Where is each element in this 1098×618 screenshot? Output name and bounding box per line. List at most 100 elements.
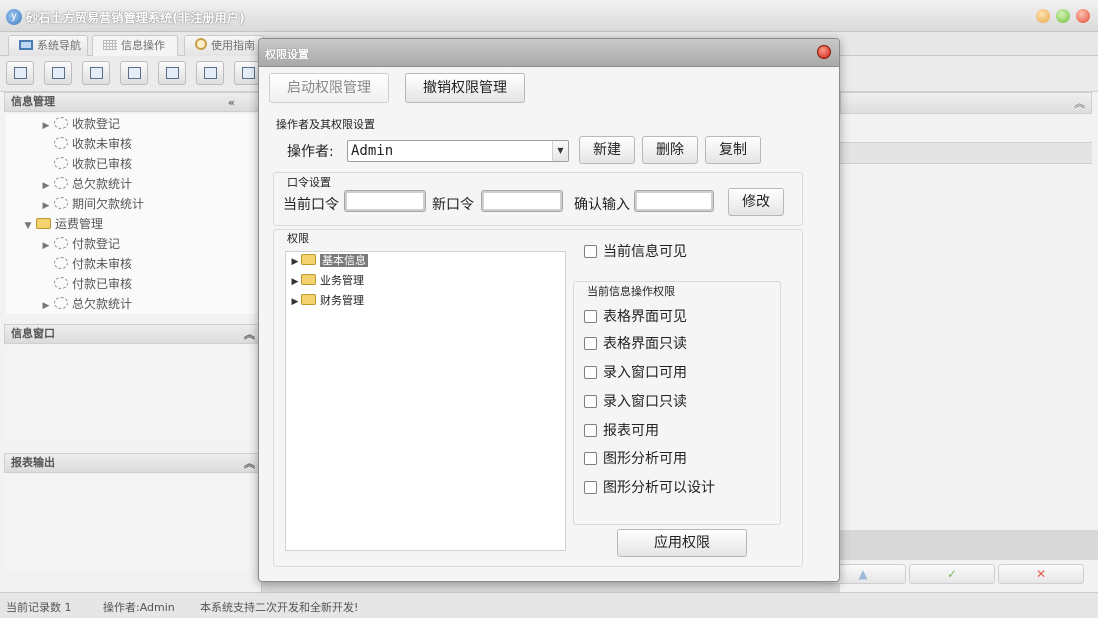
grid-icon (103, 40, 117, 50)
settings-icon (128, 67, 141, 79)
document-tool-button[interactable] (82, 61, 110, 85)
copy-operator-button[interactable]: 复制 (705, 136, 761, 164)
confirm-password-input[interactable] (634, 190, 714, 212)
chevron-down-icon: ▼ (552, 141, 568, 161)
folder-icon (301, 254, 316, 265)
minimize-button[interactable] (1036, 9, 1050, 23)
up-arrow-icon: ▲ (858, 567, 868, 581)
gear-icon (54, 257, 68, 269)
new-password-input[interactable] (481, 190, 563, 212)
ops-group-label: 当前信息操作权限 (585, 283, 677, 299)
checkbox-icon (584, 245, 597, 258)
window-icon (166, 67, 179, 79)
ops-checkbox[interactable]: 录入窗口只读 (584, 393, 687, 411)
export-tool-button[interactable] (196, 61, 224, 85)
table-header-row (840, 142, 1092, 164)
tree-folder[interactable]: ▼ 运费管理 (22, 214, 103, 234)
monitor-icon (19, 40, 33, 50)
revoke-permission-button[interactable]: 撤销权限管理 (405, 73, 525, 103)
tree-item[interactable]: ▶ 总欠款统计 (40, 174, 132, 194)
checkbox-icon (584, 452, 597, 465)
tree-item[interactable]: ▶ 付款登记 (40, 234, 120, 254)
gear-icon (54, 277, 68, 289)
app-title: 砂石土方贸易营销管理系统(非注册用户) (26, 11, 245, 25)
operator-group-label: 操作者及其权限设置 (274, 116, 377, 132)
search-icon (14, 67, 27, 79)
ops-checkbox[interactable]: 报表可用 (584, 422, 659, 440)
confirm-button[interactable]: ✓ (909, 564, 995, 584)
tab-system-nav[interactable]: 系统导航 (8, 35, 88, 56)
checkbox-icon (584, 310, 597, 323)
checkbox-icon (584, 337, 597, 350)
gear-icon (54, 157, 68, 169)
tree-item[interactable]: ▶ 总欠款统计 (40, 294, 132, 314)
password-group-label: 口令设置 (285, 174, 333, 190)
checkbox-icon (584, 366, 597, 379)
main-content-area (840, 92, 1098, 592)
modify-password-button[interactable]: 修改 (728, 188, 784, 216)
export-icon (204, 67, 217, 79)
gear-icon (54, 177, 68, 189)
ops-checkbox[interactable]: 表格界面只读 (584, 335, 687, 353)
collapse-up-icon[interactable]: ︽ (1074, 95, 1085, 111)
apply-permission-button[interactable]: 应用权限 (617, 529, 747, 557)
tab-user-guide[interactable]: 使用指南 (184, 35, 264, 56)
report-header: 报表输出 ︽ (4, 453, 262, 473)
maximize-button[interactable] (1056, 9, 1070, 23)
cross-icon: ✕ (1035, 567, 1047, 581)
collapse-up-icon[interactable]: ︽ (244, 455, 255, 473)
gear-icon (54, 117, 68, 129)
window-tool-button[interactable] (158, 61, 186, 85)
settings-tool-button[interactable] (120, 61, 148, 85)
tree-item[interactable]: 收款未审核 (40, 134, 132, 154)
checkbox-icon (584, 424, 597, 437)
record-count: 当前记录数 1 (6, 601, 72, 614)
ops-checkbox[interactable]: 图形分析可以设计 (584, 479, 715, 497)
list-tool-button[interactable] (44, 61, 72, 85)
perm-tree-node[interactable]: ▶ 财务管理 (290, 292, 364, 310)
new-operator-button[interactable]: 新建 (579, 136, 635, 164)
notice-text: 本系统支持二次开发和全新开发! (200, 601, 359, 614)
tab-info-ops[interactable]: 信息操作 (92, 35, 178, 56)
confirm-password-label: 确认输入 (574, 197, 630, 213)
ops-checkbox[interactable]: 图形分析可用 (584, 450, 687, 468)
help-icon (195, 38, 207, 50)
app-logo-icon: y (6, 9, 22, 25)
collapse-icon[interactable]: « (228, 94, 235, 112)
operator-status: 操作者:Admin (103, 601, 175, 614)
content-bottom-bar (840, 530, 1098, 560)
perm-tree-node[interactable]: ▶ 基本信息 (290, 252, 368, 270)
tree-item[interactable]: 付款未审核 (40, 254, 132, 274)
close-button[interactable] (1076, 9, 1090, 23)
print-icon (242, 67, 255, 79)
status-bar: 当前记录数 1 操作者:Admin 本系统支持二次开发和全新开发! (0, 592, 1098, 618)
cancel-button[interactable]: ✕ (998, 564, 1084, 584)
info-window-body (6, 346, 262, 442)
folder-icon (301, 274, 316, 285)
dialog-close-icon[interactable] (817, 45, 831, 59)
nav-tree: ▶ 收款登记 收款未审核 收款已审核 ▶ 总欠款统计 ▶ 期间欠款统计 ▼ 运费管理 ▶… (6, 114, 262, 314)
tree-item[interactable]: 付款已审核 (40, 274, 132, 294)
info-mgmt-header: 信息管理 « (4, 92, 262, 112)
checkbox-icon (584, 395, 597, 408)
collapse-up-icon[interactable]: ︽ (244, 326, 255, 344)
content-header: ︽ (840, 92, 1092, 114)
dialog-title-bar: 权限设置 (259, 39, 839, 67)
current-password-input[interactable] (344, 190, 426, 212)
ops-checkbox[interactable]: 表格界面可见 (584, 308, 687, 326)
visible-checkbox[interactable]: 当前信息可见 (584, 243, 687, 261)
operator-label: 操作者: (287, 144, 334, 160)
dialog-title: 权限设置 (265, 48, 309, 61)
enable-permission-button[interactable]: 启动权限管理 (269, 73, 389, 103)
search-tool-button[interactable] (6, 61, 34, 85)
tree-item[interactable]: 收款已审核 (40, 154, 132, 174)
permission-dialog: 权限设置 启动权限管理 撤销权限管理 操作者及其权限设置 操作者: Admin … (258, 38, 840, 582)
new-password-label: 新口令 (432, 197, 474, 213)
document-icon (90, 67, 103, 79)
tree-item[interactable]: ▶ 收款登记 (40, 114, 120, 134)
perm-tree-node[interactable]: ▶ 业务管理 (290, 272, 364, 290)
operator-select[interactable]: Admin ▼ (347, 140, 569, 162)
tree-item[interactable]: ▶ 期间欠款统计 (40, 194, 144, 214)
ops-checkbox[interactable]: 录入窗口可用 (584, 364, 687, 382)
delete-operator-button[interactable]: 删除 (642, 136, 698, 164)
